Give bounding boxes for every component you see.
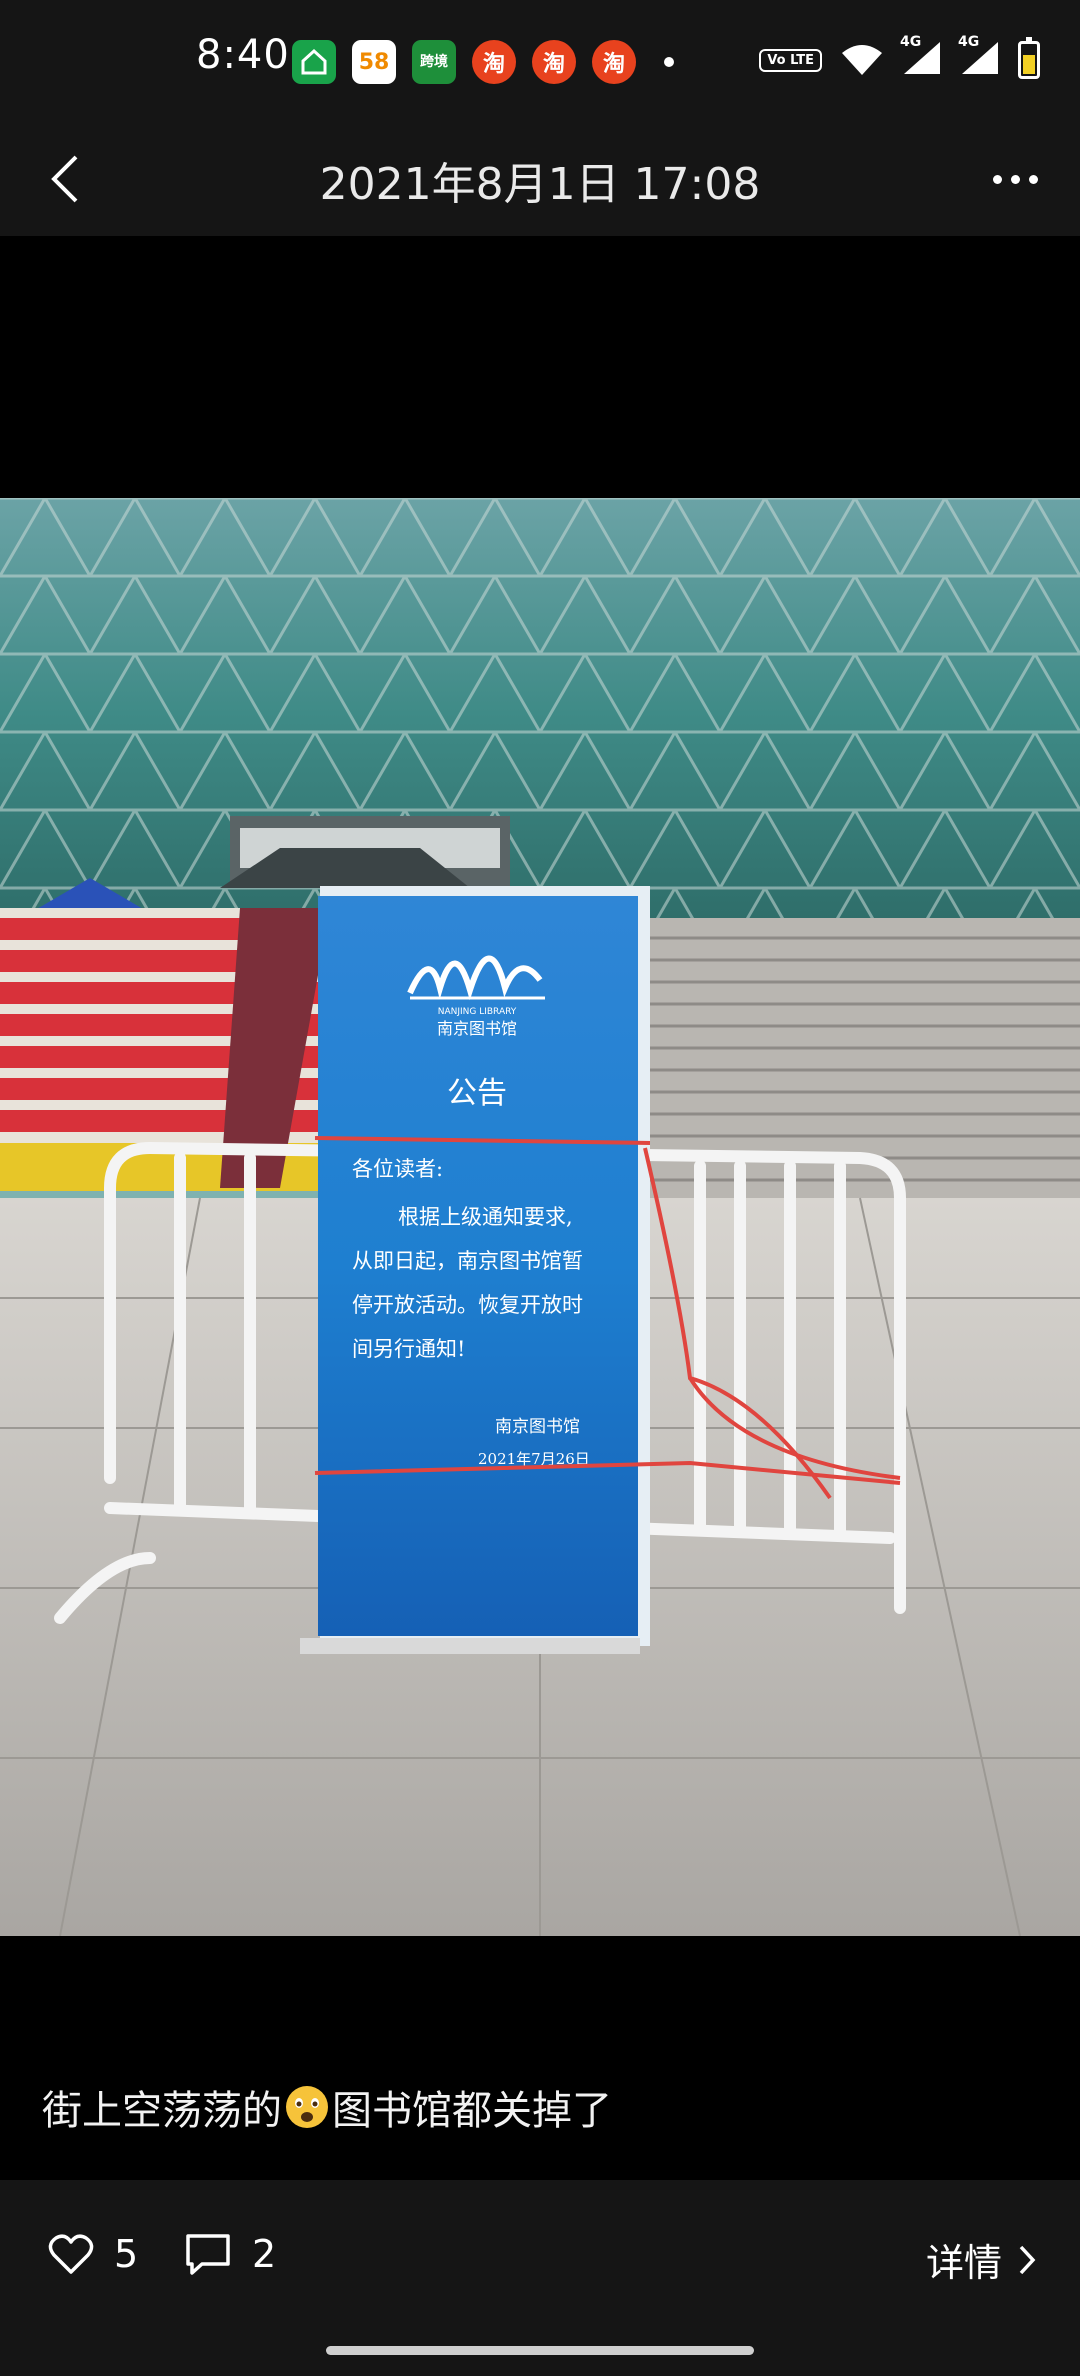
caption-text: 图书馆都关掉了: [332, 2088, 612, 2134]
page-title: 2021年8月1日 17:08: [319, 159, 761, 210]
photo-scene: NANJING LIBRARY 南京图书馆 公告 各位读者: 根据上级通知要求,…: [0, 498, 1080, 1936]
battery-icon: [1018, 37, 1040, 79]
system-icons: Vo LTE 4G 4G: [759, 34, 1040, 80]
network-type-label: 4G: [900, 34, 922, 50]
sign-body-line: 根据上级通知要求,: [398, 1205, 573, 1229]
detail-label: 详情: [925, 2241, 1002, 2285]
wifi-icon: [842, 45, 882, 75]
caption-text: 街上空荡荡的: [42, 2088, 282, 2134]
sign-heading: 公告: [447, 1076, 507, 1111]
58-app-icon: 58: [352, 40, 396, 84]
like-button[interactable]: 5: [48, 2232, 138, 2276]
title-bar: 2021年8月1日 17:08: [0, 124, 1080, 236]
taobao-icon: 淘: [592, 40, 636, 84]
volte-icon: Vo LTE: [759, 48, 822, 72]
gesture-home-bar[interactable]: [326, 2346, 754, 2355]
taobao-icon: 淘: [472, 40, 516, 84]
post-photo[interactable]: NANJING LIBRARY 南京图书馆 公告 各位读者: 根据上级通知要求,…: [0, 498, 1080, 1936]
comment-icon: [186, 2234, 230, 2275]
sign-logo-text: NANJING LIBRARY: [438, 1007, 517, 1017]
network-type-label: 4G: [958, 34, 980, 50]
sign-body-line: 从即日起，南京图书馆暂: [352, 1249, 583, 1273]
home-app-icon: [292, 40, 336, 84]
detail-button[interactable]: 详情: [926, 2232, 1036, 2287]
comment-count: 2: [252, 2232, 277, 2276]
signal-icon: 4G: [900, 34, 942, 80]
like-count: 5: [114, 2232, 139, 2276]
notification-icons: 58 跨境 淘 淘 淘: [292, 40, 674, 84]
more-notifications-dot: [664, 57, 674, 67]
post-caption: 街上空荡荡的 图书馆都关掉了: [42, 2078, 612, 2136]
kuajing-app-icon: 跨境: [412, 40, 456, 84]
more-dots-icon: [992, 174, 1002, 184]
more-options-button[interactable]: [980, 144, 1050, 214]
sad-face-emoji-icon: [286, 2086, 328, 2128]
signal-icon: 4G: [958, 34, 1000, 80]
sign-body-line: 停开放活动。恢复开放时: [352, 1293, 583, 1317]
chevron-right-icon: [1019, 2245, 1036, 2274]
taobao-icon: 淘: [532, 40, 576, 84]
status-bar: 8:40 58 跨境 淘 淘 淘 Vo LTE 4G 4G: [0, 0, 1080, 124]
sign-greeting: 各位读者:: [352, 1157, 443, 1181]
heart-icon: [48, 2234, 94, 2274]
sign-body-line: 间另行通知!: [352, 1337, 465, 1361]
status-time: 8:40: [196, 32, 290, 78]
sign-logo-cn: 南京图书馆: [437, 1019, 517, 1038]
comment-button[interactable]: 2: [184, 2232, 276, 2276]
sign-signature: 南京图书馆: [495, 1417, 580, 1437]
